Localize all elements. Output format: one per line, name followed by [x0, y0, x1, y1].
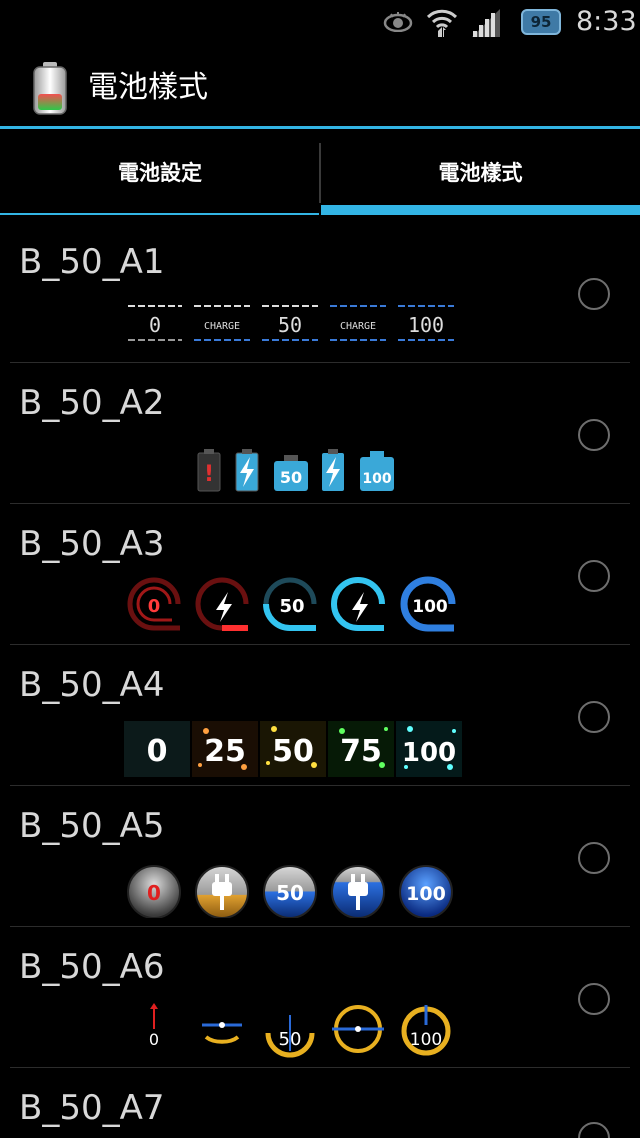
style-preview: ! 50 100	[124, 435, 464, 495]
preview-label: 50	[279, 1029, 302, 1050]
action-bar: 電池樣式	[0, 44, 640, 128]
style-name: B_50_A6	[19, 947, 165, 987]
preview-label: 50	[272, 734, 314, 769]
tab-battery-styles[interactable]: 電池樣式	[321, 129, 640, 215]
status-bar: 95 8:33	[0, 0, 640, 44]
preview-label: !	[204, 462, 214, 487]
style-radio[interactable]	[578, 701, 610, 733]
list-item[interactable]: B_50_A6 0 50 100	[0, 927, 640, 1068]
preview-label: 100	[402, 738, 456, 768]
eye-icon	[382, 0, 414, 44]
preview-label: 50	[280, 468, 302, 487]
preview-label: 100	[412, 597, 448, 617]
preview-item	[195, 577, 249, 631]
style-radio[interactable]	[578, 278, 610, 310]
preview-label: 0	[149, 1030, 159, 1049]
preview-item: 100	[399, 865, 453, 919]
preview-label: 0	[149, 313, 161, 337]
battery-alert-icon: !	[197, 449, 221, 492]
style-name: B_50_A4	[19, 665, 165, 705]
preview-label: 0	[148, 596, 161, 617]
preview-label: 50	[278, 313, 302, 337]
preview-label: 0	[147, 881, 161, 905]
preview-item: 50	[265, 1015, 315, 1058]
preview-label: 100	[406, 883, 446, 905]
preview-label: 50	[279, 596, 304, 617]
wifi-icon	[424, 0, 460, 44]
style-preview: 0 CHARGE 50 CHARGE 100	[124, 294, 464, 354]
preview-label: 25	[204, 734, 246, 769]
battery-badge-icon: 95	[518, 0, 564, 44]
list-item[interactable]: B_50_A3 0 50 100	[0, 504, 640, 645]
style-preview: 0 50 100	[124, 858, 464, 919]
style-preview: 0 25 50 75 100	[124, 717, 464, 777]
preview-item: 100	[398, 305, 454, 341]
preview-item: 0	[127, 865, 181, 919]
battery-charging-icon	[235, 449, 259, 492]
preview-item: 100	[401, 1005, 451, 1056]
preview-item: 50	[263, 577, 317, 631]
preview-label: 75	[340, 734, 382, 769]
style-radio[interactable]	[578, 560, 610, 592]
style-name: B_50_A1	[19, 242, 165, 282]
preview-item	[202, 1022, 242, 1044]
plug-icon	[195, 865, 249, 919]
preview-label: 100	[408, 313, 444, 337]
preview-label: 50	[276, 881, 304, 905]
preview-item: 0	[127, 577, 181, 631]
preview-item	[331, 577, 385, 631]
tab-battery-settings[interactable]: 電池設定	[0, 129, 320, 215]
list-item[interactable]: B_50_A1 0 CHARGE 50 CHARGE 100	[0, 222, 640, 363]
preview-label: 0	[147, 734, 168, 769]
style-radio[interactable]	[578, 1122, 610, 1138]
battery-app-icon[interactable]	[30, 60, 70, 116]
tab-bar: 電池設定 電池樣式	[0, 129, 640, 215]
preview-item: 0	[128, 305, 182, 341]
battery-charging-icon	[322, 449, 344, 491]
preview-item: 50	[274, 455, 308, 491]
tab-label: 電池設定	[118, 161, 202, 185]
style-radio[interactable]	[578, 842, 610, 874]
list-item[interactable]: B_50_A4 0 25 50 75 100	[0, 645, 640, 786]
preview-label: 100	[410, 1030, 442, 1050]
battery-level: 95	[521, 9, 561, 35]
style-name: B_50_A7	[19, 1088, 165, 1128]
style-name: B_50_A2	[19, 383, 165, 423]
preview-item: CHARGE	[330, 305, 386, 341]
page-title: 電池樣式	[88, 70, 208, 105]
preview-item	[332, 1005, 384, 1053]
list-item[interactable]: B_50_A7	[0, 1068, 640, 1138]
preview-item: CHARGE	[194, 305, 250, 341]
style-preview: 0 50 100	[124, 576, 464, 636]
style-name: B_50_A5	[19, 806, 165, 846]
signal-icon	[468, 0, 502, 44]
preview-label: CHARGE	[204, 321, 240, 332]
tab-label: 電池樣式	[438, 161, 523, 185]
preview-item: 0	[149, 1003, 159, 1049]
style-name: B_50_A3	[19, 524, 165, 564]
preview-item: 50	[263, 865, 317, 919]
tab-underline	[0, 213, 319, 215]
style-radio[interactable]	[578, 983, 610, 1015]
preview-label: 100	[362, 471, 391, 487]
list-item[interactable]: B_50_A2 ! 50 100	[0, 363, 640, 504]
preview-label: CHARGE	[340, 321, 376, 332]
preview-item: 100	[360, 451, 394, 491]
tab-selected-indicator	[321, 205, 640, 215]
list-item[interactable]: B_50_A5 0 50 100	[0, 786, 640, 927]
preview-item: 50	[262, 305, 318, 341]
preview-item: 100	[400, 576, 456, 632]
style-preview: 0 50 100	[124, 999, 464, 1059]
style-radio[interactable]	[578, 419, 610, 451]
clock: 8:33	[576, 6, 637, 37]
plug-icon	[331, 865, 385, 919]
